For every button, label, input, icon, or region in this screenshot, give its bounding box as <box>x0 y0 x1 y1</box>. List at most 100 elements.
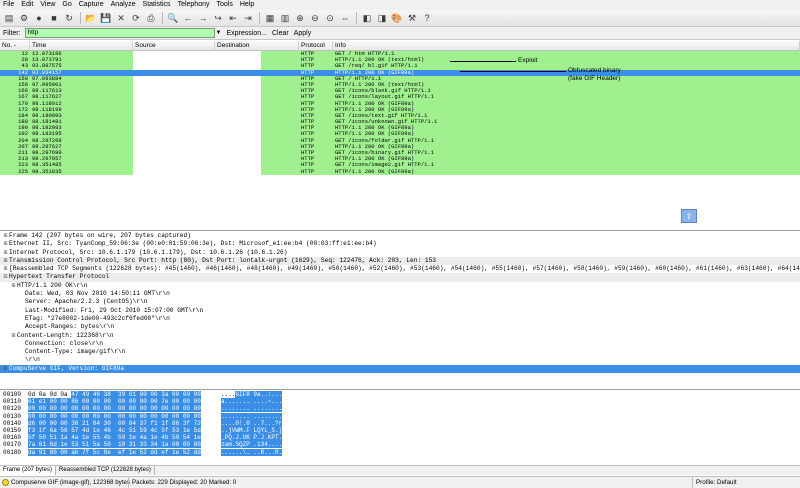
ascii-bytes: ........ ........ <box>221 412 283 420</box>
expand-icon[interactable]: ⊞ <box>2 365 9 373</box>
coloring-rules-icon[interactable]: 🎨 <box>391 12 403 24</box>
detail-text: Connection: close\r\n <box>25 339 103 347</box>
auto-scroll-icon[interactable]: ▥ <box>279 12 291 24</box>
last-packet-icon[interactable]: ⇥ <box>242 12 254 24</box>
hex-row[interactable]: 00100 0d 0a 0d 0a 47 49 46 38 39 61 00 00… <box>0 391 800 398</box>
display-filter-input[interactable]: http <box>24 28 215 38</box>
hex-row[interactable]: 00150 f3 1f 6a 56 57 4d 1e 46 4c 51 59 4c… <box>0 426 800 434</box>
display-filters-icon[interactable]: ◨ <box>376 12 388 24</box>
packet-cell-proto: HTTP <box>301 167 315 175</box>
expert-info-icon[interactable] <box>2 479 9 486</box>
reload-icon[interactable]: ⟳ <box>130 12 142 24</box>
menu-view[interactable]: View <box>40 0 55 10</box>
filter-toolbar: Filter: http ▼ Expression... Clear Apply <box>0 27 800 40</box>
detail-row[interactable]: ⊞ [Reassembled TCP Segments (122628 bytes… <box>0 265 800 273</box>
capture-filters-icon[interactable]: ◧ <box>361 12 373 24</box>
menu-tools[interactable]: Tools <box>216 0 232 10</box>
hex-row[interactable]: 00160 5f 50 51 1a 4a 1e 55 4b 50 1e 4a 1e… <box>0 434 800 442</box>
find-packet-icon[interactable]: 🔍 <box>167 12 179 24</box>
hex-row[interactable]: 00140 d6 00 00 00 30 21 84 30 00 84 37 f1… <box>0 419 800 427</box>
menu-edit[interactable]: Edit <box>21 0 33 10</box>
zoom-in-icon[interactable]: ⊕ <box>294 12 306 24</box>
expand-icon[interactable]: ⊞ <box>2 257 9 265</box>
expand-icon[interactable]: ⊞ <box>2 232 9 240</box>
detail-row[interactable]: Accept-Ranges: bytes\r\n <box>0 323 800 331</box>
detail-row[interactable]: \r\n <box>0 356 800 364</box>
detail-text: Date: Wed, 03 Nov 2010 14:50:11 GMT\r\n <box>25 290 170 298</box>
save-file-icon[interactable]: 💾 <box>100 12 112 24</box>
column-header-destination[interactable]: Destination <box>215 41 299 51</box>
ascii-selected: ........ ........ <box>221 405 283 413</box>
expand-icon[interactable]: ⊞ <box>2 265 9 273</box>
packet-row[interactable]: 225 98.351835 HTTP HTTP/1.1 200 OK (GIF89a) <box>0 167 800 175</box>
detail-row[interactable]: ⊞ Internet Protocol, Src: 10.6.1.179 (10.… <box>0 249 800 257</box>
tab-frame-bytes[interactable]: Frame (207 bytes) <box>0 466 57 475</box>
print-icon[interactable]: ⎙ <box>145 12 157 24</box>
scroll-to-top-icon[interactable]: ⇧ <box>681 209 697 223</box>
go-back-icon[interactable]: ← <box>182 12 194 24</box>
menu-analyze[interactable]: Analyze <box>111 0 136 10</box>
menu-telephony[interactable]: Telephony <box>178 0 210 10</box>
detail-row[interactable]: Connection: close\r\n <box>0 340 800 348</box>
resize-columns-icon[interactable]: ⇔ <box>339 12 351 24</box>
detail-row[interactable]: ⊞ CompuServe GIF, Version: GIF89a <box>0 364 800 374</box>
hex-offset: 00160 <box>3 434 22 442</box>
menu-help[interactable]: Help <box>240 0 254 10</box>
expand-icon[interactable]: ⊞ <box>2 249 9 257</box>
expression-button[interactable]: Expression... <box>227 30 267 37</box>
detail-row[interactable]: ETag: "27e8002-1de00-493c2cf6fed00"\r\n <box>0 315 800 323</box>
hex-row[interactable]: 00110 61 e1 00 00 86 00 00 00 00 00 00 00… <box>0 398 800 406</box>
detail-row[interactable]: Last-Modified: Fri, 29 Oct 2010 15:07:00… <box>0 307 800 315</box>
hex-bytes: 00 00 00 00 00 00 00 00 00 00 00 00 00 0… <box>28 412 201 420</box>
open-file-icon[interactable]: 📂 <box>85 12 97 24</box>
normal-size-icon[interactable]: ⊙ <box>324 12 336 24</box>
stop-capture-icon[interactable]: ■ <box>48 12 60 24</box>
detail-row[interactable]: ⊟ Hypertext Transfer Protocol <box>0 273 800 282</box>
clear-button[interactable]: Clear <box>272 30 289 37</box>
go-to-packet-icon[interactable]: ↪ <box>212 12 224 24</box>
detail-row[interactable]: Server: Apache/2.2.3 (CentOS)\r\n <box>0 298 800 306</box>
collapse-icon[interactable]: ⊟ <box>2 273 9 281</box>
capture-options-icon[interactable]: ⚙ <box>18 12 30 24</box>
preferences-icon[interactable]: ⚒ <box>406 12 418 24</box>
detail-text: Last-Modified: Fri, 29 Oct 2010 15:07:00… <box>25 306 204 314</box>
menu-file[interactable]: File <box>3 0 14 10</box>
ascii-unselected: .... <box>221 391 236 398</box>
hex-bytes: 0d 0a 0d 0a 47 49 46 38 39 61 00 00 3a 0… <box>28 391 201 398</box>
status-profile[interactable]: Profile: Default <box>692 477 737 488</box>
restart-capture-icon[interactable]: ↻ <box>63 12 75 24</box>
menu-go[interactable]: Go <box>62 0 71 10</box>
close-file-icon[interactable]: ✕ <box>115 12 127 24</box>
hex-row[interactable]: 00180 da 91 00 00 ab 7f 5c 8e ef 1e 52 dd… <box>0 448 800 456</box>
first-packet-icon[interactable]: ⇤ <box>227 12 239 24</box>
colorize-icon[interactable]: ▦ <box>264 12 276 24</box>
menu-capture[interactable]: Capture <box>79 0 104 10</box>
detail-row[interactable]: ⊞ Ethernet II, Src: TyanComp_59:06:3e (00… <box>0 240 800 248</box>
ascii-selected: ....0!.0 ..7...?r <box>221 419 283 427</box>
chevron-down-icon[interactable]: ▼ <box>215 28 223 38</box>
detail-row[interactable]: Content-Type: image/gif\r\n <box>0 348 800 356</box>
detail-row[interactable]: ⊞ HTTP/1.1 200 OK\r\n <box>0 282 800 290</box>
hex-bytes: da 91 00 00 ab 7f 5c 8e ef 1e 52 dd ef 1… <box>28 448 201 456</box>
help-icon[interactable]: ? <box>421 12 433 24</box>
detail-row[interactable]: ⊞ Content-Length: 122368\r\n <box>0 332 800 340</box>
detail-row[interactable]: ⊞ Transmission Control Protocol, Src Port… <box>0 256 800 266</box>
detail-row[interactable]: ⊞ Frame 142 (207 bytes on wire, 207 bytes… <box>0 232 800 240</box>
hex-row[interactable]: 00130 00 00 00 00 00 00 00 00 00 00 00 00… <box>0 412 800 420</box>
interface-list-icon[interactable]: ▤ <box>3 12 15 24</box>
expand-icon[interactable]: ⊞ <box>2 240 9 248</box>
column-header-info[interactable]: Info <box>333 41 800 51</box>
hex-row[interactable]: 00170 7a 61 6d 1e 53 51 5a 50 10 31 33 34… <box>0 441 800 449</box>
detail-row[interactable]: Date: Wed, 03 Nov 2010 14:50:11 GMT\r\n <box>0 290 800 298</box>
menu-statistics[interactable]: Statistics <box>143 0 171 10</box>
start-capture-icon[interactable]: ● <box>33 12 45 24</box>
tab-reassembled-bytes[interactable]: Reassembled TCP (122628 bytes) <box>56 466 155 475</box>
expand-icon[interactable]: ⊞ <box>10 332 17 340</box>
expand-icon[interactable]: ⊞ <box>10 282 17 290</box>
status-field-info: Compuserve GIF (image-gif), 122368 bytes <box>11 479 130 486</box>
hex-row[interactable]: 00120 00 00 00 00 00 00 00 00 00 00 00 00… <box>0 405 800 413</box>
column-header-source[interactable]: Source <box>133 41 215 51</box>
zoom-out-icon[interactable]: ⊖ <box>309 12 321 24</box>
go-forward-icon[interactable]: → <box>197 12 209 24</box>
apply-button[interactable]: Apply <box>294 30 312 37</box>
